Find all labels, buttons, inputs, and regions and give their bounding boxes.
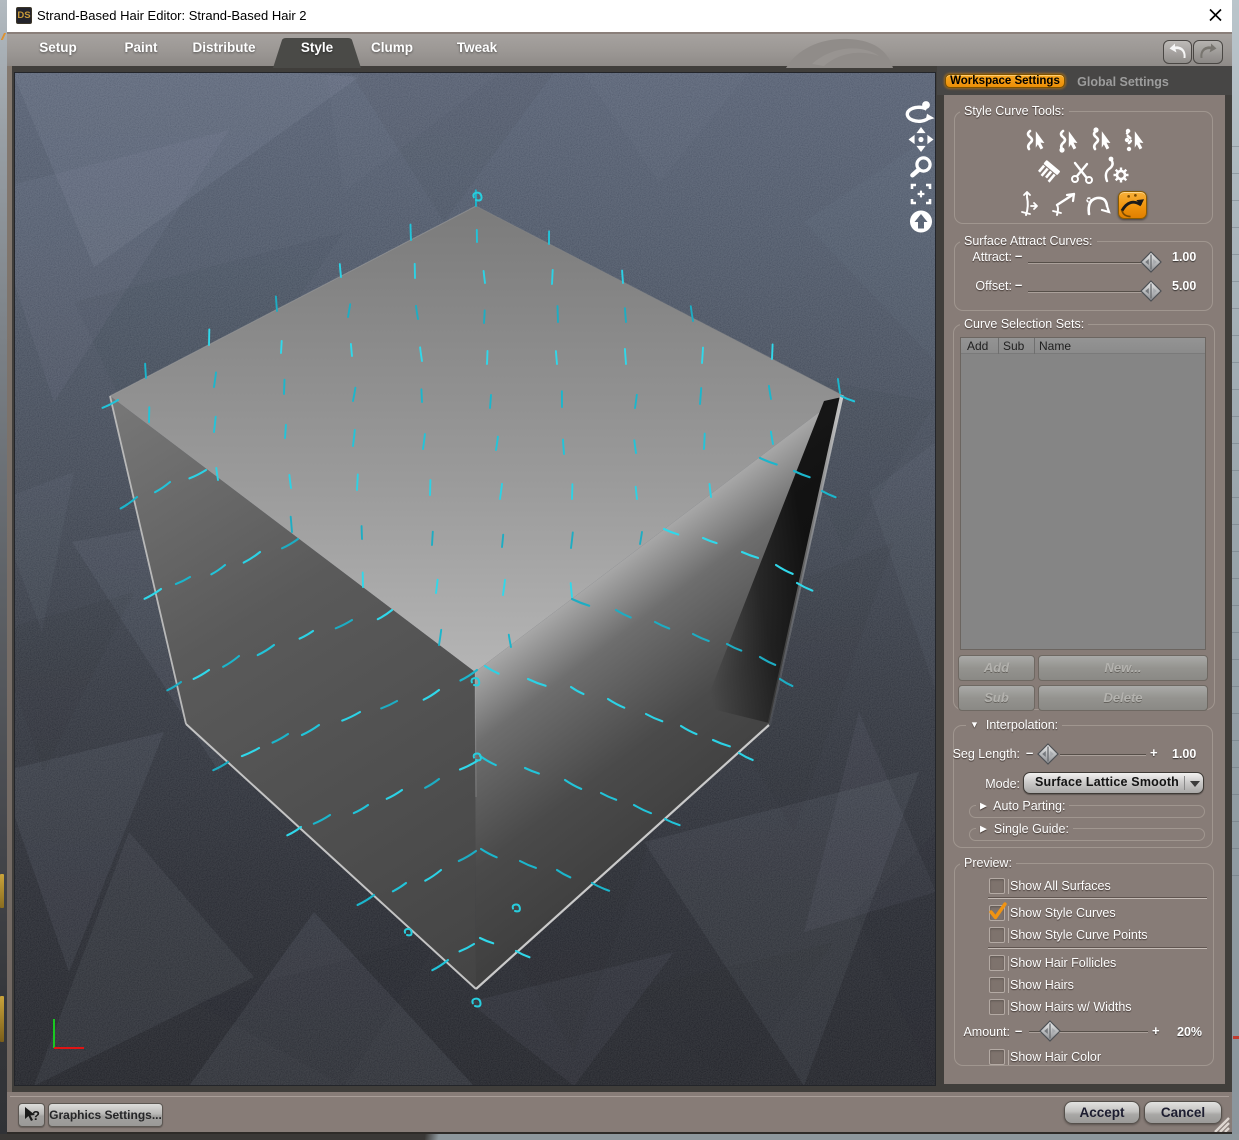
svg-text:?: ?: [32, 1108, 40, 1123]
